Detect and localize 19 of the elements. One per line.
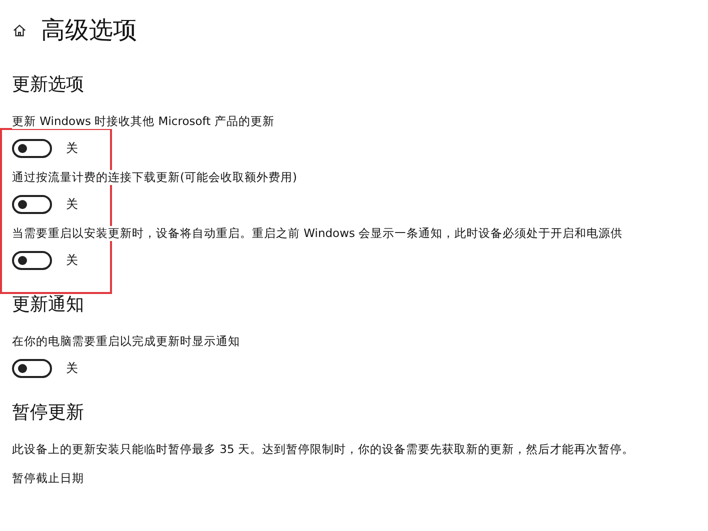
section-heading: 暂停更新 bbox=[12, 401, 85, 424]
setting-label: 通过按流量计费的连接下载更新(可能会收取额外费用) bbox=[12, 170, 297, 185]
toggle-switch[interactable] bbox=[12, 139, 52, 158]
toggle-switch[interactable] bbox=[12, 195, 52, 214]
toggle-state: 关 bbox=[66, 140, 78, 157]
description-text: 暂停截止日期 bbox=[12, 471, 85, 486]
section-heading: 更新通知 bbox=[12, 293, 85, 316]
setting-label: 更新 Windows 时接收其他 Microsoft 产品的更新 bbox=[12, 114, 274, 129]
page-title: 高级选项 bbox=[41, 15, 137, 46]
toggle-switch[interactable] bbox=[12, 359, 52, 378]
toggle-state: 关 bbox=[66, 360, 78, 377]
section-heading: 更新选项 bbox=[12, 73, 85, 96]
toggle-state: 关 bbox=[66, 196, 78, 213]
setting-label: 在你的电脑需要重启以完成更新时显示通知 bbox=[12, 334, 240, 349]
description-text: 此设备上的更新安装只能临时暂停最多 35 天。达到暂停限制时，你的设备需要先获取新的更新，然后才能再次暂停。 bbox=[12, 442, 635, 457]
toggle-state: 关 bbox=[66, 252, 78, 269]
toggle-switch[interactable] bbox=[12, 251, 52, 270]
setting-label: 当需要重启以安装更新时，设备将自动重启。重启之前 Windows 会显示一条通知，此时设备必须处于开启和电源供 bbox=[12, 226, 623, 241]
home-icon[interactable] bbox=[12, 22, 27, 38]
